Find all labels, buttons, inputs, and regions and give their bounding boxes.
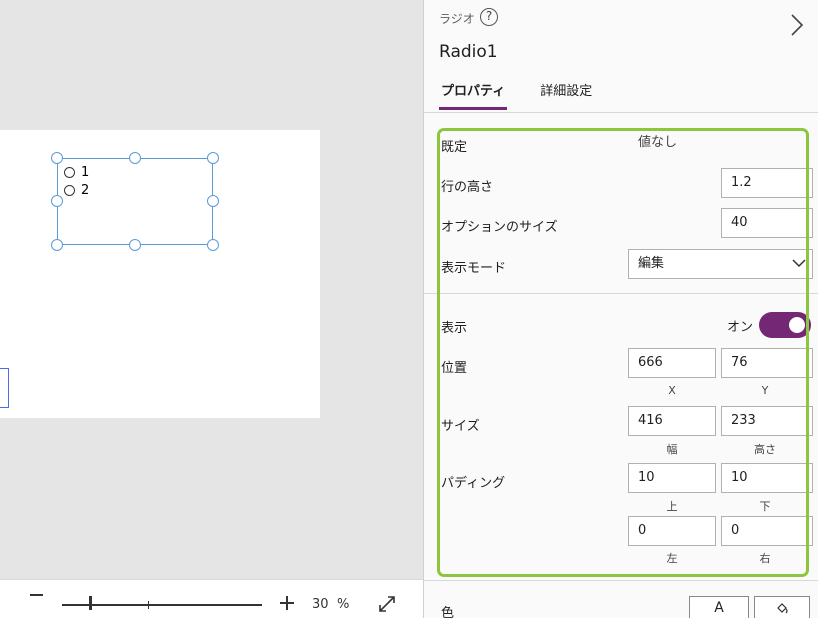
option-size-input[interactable]: 40 bbox=[721, 208, 813, 238]
resize-handle-top-right[interactable] bbox=[207, 152, 219, 164]
radio-circle-icon bbox=[64, 185, 75, 196]
properties-panel: ラジオ ? Radio1 プロパティ 詳細設定 既定 値なし 行の高さ 1.2 … bbox=[423, 0, 818, 618]
zoom-slider[interactable] bbox=[62, 604, 262, 606]
control-type: ラジオ bbox=[439, 12, 475, 26]
default-label: 既定 bbox=[441, 140, 468, 155]
color-label: 色 bbox=[441, 606, 455, 618]
padding-bottom-input[interactable]: 10 bbox=[721, 463, 813, 493]
canvas-area[interactable]: 1 2 bbox=[0, 0, 423, 579]
display-mode-dropdown[interactable]: 編集 bbox=[628, 249, 813, 279]
padding-right-caption: 右 bbox=[759, 552, 771, 565]
radio-option-1[interactable]: 1 bbox=[64, 165, 89, 180]
resize-handle-bottom[interactable] bbox=[129, 239, 141, 251]
visible-toggle-text: オン bbox=[727, 320, 754, 335]
position-x-caption: X bbox=[668, 384, 676, 397]
section-divider bbox=[424, 293, 818, 294]
panel-tabs: プロパティ 詳細設定 bbox=[439, 80, 625, 110]
zoom-in-icon[interactable] bbox=[280, 596, 294, 610]
chevron-right-icon[interactable] bbox=[785, 12, 807, 38]
visible-label: 表示 bbox=[441, 321, 468, 336]
expand-icon[interactable] bbox=[377, 594, 397, 614]
position-label: 位置 bbox=[441, 361, 468, 376]
toggle-knob bbox=[789, 317, 805, 333]
radio-option-2[interactable]: 2 bbox=[64, 183, 89, 198]
zoom-out-icon[interactable] bbox=[30, 594, 43, 596]
position-x-input[interactable]: 666 bbox=[628, 348, 716, 378]
zoom-slider-tick bbox=[148, 601, 149, 609]
display-mode-label: 表示モード bbox=[441, 261, 507, 276]
padding-bottom-caption: 下 bbox=[759, 500, 771, 513]
resize-handle-left[interactable] bbox=[51, 195, 63, 207]
visible-toggle[interactable] bbox=[759, 312, 811, 338]
resize-handle-bottom-left[interactable] bbox=[51, 239, 63, 251]
size-width-input[interactable]: 416 bbox=[628, 406, 716, 436]
size-height-input[interactable]: 233 bbox=[721, 406, 813, 436]
fill-bucket-icon bbox=[777, 603, 788, 614]
help-icon[interactable]: ? bbox=[480, 8, 498, 26]
tab-advanced[interactable]: 詳細設定 bbox=[540, 80, 592, 110]
resize-handle-top[interactable] bbox=[129, 152, 141, 164]
zoom-bar: 30 % bbox=[0, 579, 423, 618]
tab-properties[interactable]: プロパティ bbox=[439, 80, 508, 110]
line-height-label: 行の高さ bbox=[441, 180, 494, 195]
line-height-input[interactable]: 1.2 bbox=[721, 168, 813, 198]
display-mode-value: 編集 bbox=[638, 256, 665, 271]
size-height-caption: 高さ bbox=[754, 443, 776, 456]
padding-left-caption: 左 bbox=[666, 552, 678, 565]
offscreen-control[interactable] bbox=[0, 368, 9, 408]
control-name[interactable]: Radio1 bbox=[439, 42, 498, 62]
size-label: サイズ bbox=[441, 419, 480, 434]
position-y-input[interactable]: 76 bbox=[721, 348, 813, 378]
radio-circle-icon bbox=[64, 167, 75, 178]
padding-top-input[interactable]: 10 bbox=[628, 463, 716, 493]
bottom-divider bbox=[424, 580, 818, 581]
default-input[interactable]: 値なし bbox=[628, 128, 813, 158]
padding-label: パディング bbox=[441, 476, 506, 491]
radio-option-label: 1 bbox=[81, 165, 90, 180]
tab-divider bbox=[424, 112, 818, 113]
resize-handle-top-left[interactable] bbox=[51, 152, 63, 164]
option-size-label: オプションのサイズ bbox=[441, 220, 558, 235]
zoom-slider-thumb[interactable] bbox=[89, 596, 92, 610]
zoom-value: 30 bbox=[312, 597, 329, 612]
size-width-caption: 幅 bbox=[666, 443, 678, 456]
padding-top-caption: 上 bbox=[666, 500, 678, 513]
radio-option-label: 2 bbox=[81, 183, 90, 198]
text-color-button[interactable]: A bbox=[689, 596, 749, 618]
zoom-unit: % bbox=[337, 597, 350, 612]
position-y-caption: Y bbox=[761, 384, 769, 397]
padding-right-input[interactable]: 0 bbox=[721, 516, 813, 546]
resize-handle-right[interactable] bbox=[207, 195, 219, 207]
chevron-down-icon bbox=[792, 259, 806, 268]
radio-control-selection[interactable]: 1 2 bbox=[57, 158, 213, 245]
fill-color-button[interactable] bbox=[754, 596, 810, 618]
padding-left-input[interactable]: 0 bbox=[628, 516, 716, 546]
resize-handle-bottom-right[interactable] bbox=[207, 239, 219, 251]
